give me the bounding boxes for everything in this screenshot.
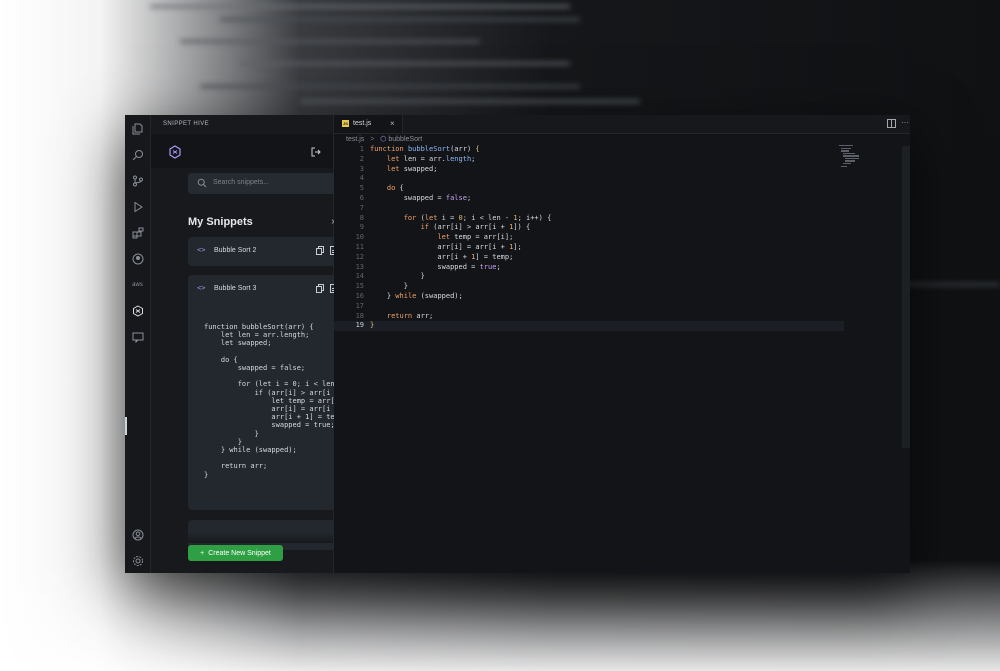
split-editor-icon[interactable] [887,119,896,128]
scrollbar[interactable] [902,146,910,448]
motion-streak [220,18,580,21]
search-icon [197,178,207,188]
motion-streak [200,85,580,88]
code-line: 9 if (arr[i] > arr[i + 1]) { [359,223,531,232]
code-line: 2 let len = arr.length; [359,154,476,163]
code-line: 6 swapped = false; [359,193,472,202]
snippet-sidebar: SNIPPET HIVE Search snippets... My Snipp… [151,115,350,573]
motion-streak [240,62,570,65]
motion-streak [150,5,570,8]
section-title: My Snippets [188,216,253,228]
search-icon[interactable] [130,147,145,162]
files-icon[interactable] [130,121,145,136]
account-icon[interactable] [130,527,145,542]
aws-icon[interactable]: aws [130,277,145,292]
code-editor: JS test.js × ··· test.js > ⬡ bubbleSort … [334,115,910,573]
snippet-preview: function bubbleSort(arr) { let len = arr… [204,323,339,479]
code-icon: <> [197,246,206,254]
snippet-hive-icon[interactable] [130,303,145,318]
code-line: 18 return arr; [355,311,434,320]
motion-streak [300,100,640,103]
tab-label: test.js [353,120,372,127]
code-line: 11 arr[i] = arr[i + 1]; [355,242,522,251]
create-snippet-label: Create New Snippet [208,549,271,557]
code-line: 5 do { [359,184,404,193]
snippet-name: Bubble Sort 2 [214,247,257,254]
active-indicator [125,417,127,435]
settings-icon[interactable] [130,553,145,568]
copy-icon[interactable] [316,284,324,293]
code-line: 3 let swapped; [359,164,438,173]
js-file-icon: JS [342,120,349,127]
run-debug-icon[interactable] [130,199,145,214]
snippet-hive-logo-icon [169,145,181,159]
panel-title: SNIPPET HIVE [163,121,210,127]
copy-icon[interactable] [316,246,324,255]
code-line: 4 [359,174,364,183]
chat-icon[interactable] [130,329,145,344]
snippet-name: Bubble Sort 3 [214,285,257,292]
motion-streak [900,283,1000,286]
bottom-fade [0,560,1000,671]
snippet-card[interactable]: <> Bubble Sort 2 [188,237,347,266]
code-line: 17 [355,301,364,310]
code-icon: <> [197,284,206,292]
cube-icon: ⬡ [380,136,387,143]
code-line-current: 19} [334,321,844,332]
sidebar-fade [151,533,333,543]
code-line: 16 } while (swapped); [355,291,463,300]
github-icon[interactable] [130,251,145,266]
close-tab-icon[interactable]: × [390,119,395,128]
minimap[interactable] [839,145,869,185]
search-input[interactable]: Search snippets... [188,173,350,194]
extensions-icon[interactable] [130,225,145,240]
activity-bar: aws [125,115,151,573]
search-placeholder: Search snippets... [213,179,270,186]
breadcrumb-symbol[interactable]: bubbleSort [388,136,422,143]
code-line: 8 for (let i = 0; i < len - 1; i++) { [359,213,552,222]
code-line: 13 swapped = true; [355,262,501,271]
code-line: 15 } [355,282,408,291]
code-line: 14 } [355,272,425,281]
create-snippet-button[interactable]: + Create New Snippet [188,545,283,561]
logout-icon[interactable] [311,147,321,157]
code-line: 1 function bubbleSort(arr) { [359,145,480,153]
tab-test-js[interactable]: JS test.js × [334,115,403,133]
editor-window: aws SNIPPET HIVE Search snippets... My S… [125,115,910,573]
breadcrumb: test.js > ⬡ bubbleSort [346,136,423,143]
motion-streak [180,40,480,43]
source-control-icon[interactable] [130,173,145,188]
code-area[interactable]: 1 function bubbleSort(arr) { 2 let len = … [334,145,844,332]
code-line: 10 let temp = arr[i]; [355,233,514,242]
code-line: 7 [359,203,364,212]
breadcrumb-file[interactable]: test.js [346,136,364,143]
more-actions-icon[interactable]: ··· [901,118,909,127]
plus-icon: + [200,549,205,557]
code-line: 12 arr[i + 1] = temp; [355,252,514,261]
tab-bar: JS test.js × ··· [334,115,910,134]
snippet-card-expanded[interactable]: <> Bubble Sort 3 function bubbleSort(arr… [188,275,347,510]
